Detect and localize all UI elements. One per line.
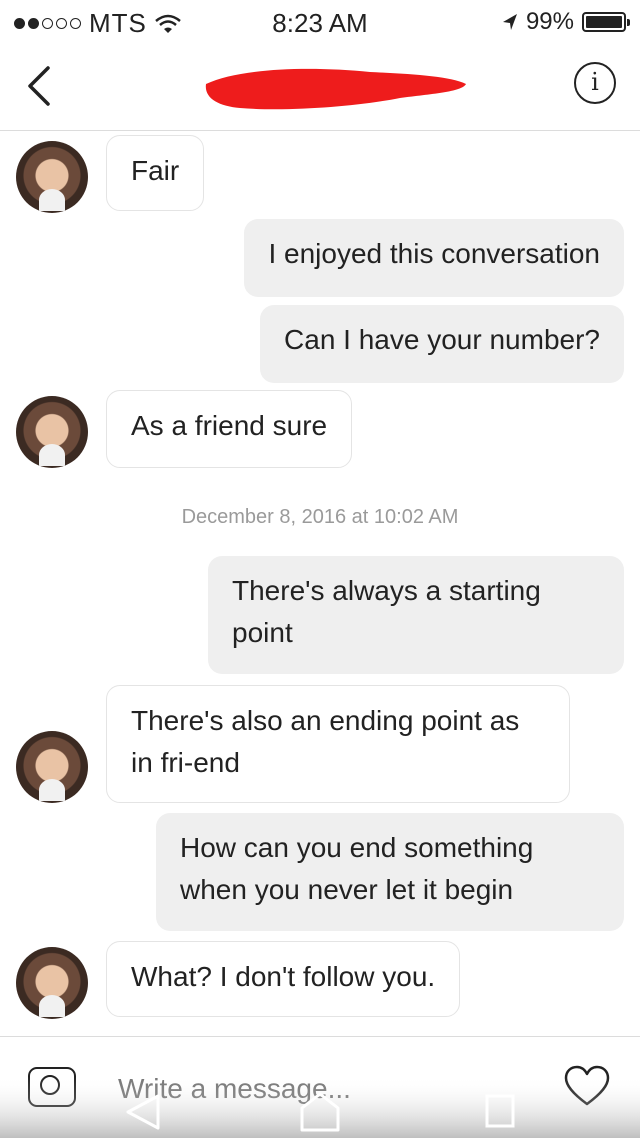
message-row-incoming: As a friend sure	[0, 390, 640, 470]
message-row-outgoing: I enjoyed this conversation	[0, 219, 640, 297]
battery-status: 99%	[502, 8, 630, 36]
battery-icon	[582, 12, 630, 32]
message-bubble-outgoing: There's always a starting point	[208, 556, 624, 674]
status-bar: MTS 8:23 AM 99%	[0, 0, 640, 40]
message-timestamp: December 8, 2016 at 10:02 AM	[181, 506, 459, 528]
redacted-contact-name	[205, 68, 467, 110]
message-row-incoming: What? I don't follow you.	[0, 941, 640, 1021]
message-row-outgoing: Can I have your number?	[0, 305, 640, 383]
message-bubble-incoming: As a friend sure	[106, 390, 353, 468]
message-row-incoming: Fair	[0, 135, 640, 215]
message-bubble-outgoing: How can you end something when you never…	[156, 813, 624, 931]
message-bubble-incoming: Fair	[106, 135, 205, 211]
avatar[interactable]	[16, 947, 88, 1019]
chat-header: i	[0, 40, 640, 131]
message-composer	[0, 1036, 640, 1139]
chevron-left-icon[interactable]	[20, 64, 60, 108]
location-arrow-icon	[502, 14, 517, 30]
avatar[interactable]	[16, 731, 88, 803]
avatar[interactable]	[16, 141, 88, 213]
message-bubble-outgoing: I enjoyed this conversation	[244, 219, 624, 297]
info-icon[interactable]: i	[574, 62, 616, 104]
battery-percent: 99%	[525, 8, 574, 35]
message-input[interactable]	[118, 1067, 538, 1111]
message-thread: Fair I enjoyed this conversation Can I h…	[0, 131, 640, 1036]
heart-icon[interactable]	[564, 1065, 610, 1107]
message-row-outgoing: How can you end something when you never…	[0, 813, 640, 933]
message-row-outgoing: There's always a starting point	[0, 556, 640, 676]
avatar[interactable]	[16, 396, 88, 468]
camera-icon[interactable]	[28, 1067, 76, 1107]
message-bubble-incoming: There's also an ending point as in fri-e…	[106, 685, 570, 803]
message-bubble-outgoing: Can I have your number?	[260, 305, 624, 383]
message-row-incoming: There's also an ending point as in fri-e…	[0, 685, 640, 805]
message-bubble-incoming: What? I don't follow you.	[106, 941, 461, 1017]
